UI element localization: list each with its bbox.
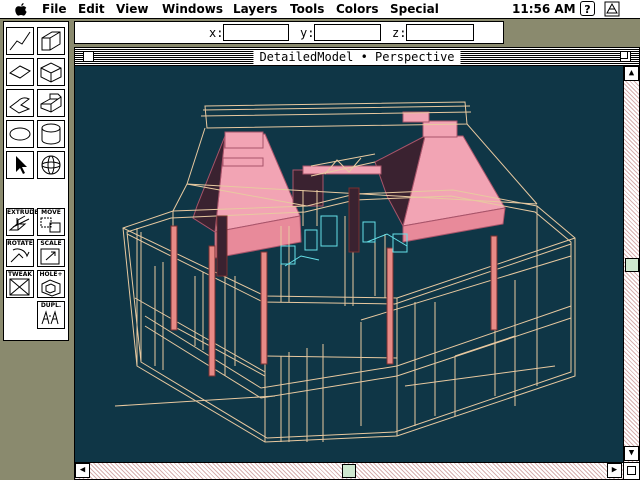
rotate-caption: ROTATE <box>7 240 33 247</box>
menu-tools[interactable]: Tools <box>290 2 324 16</box>
cylinder-tool-icon <box>41 123 61 145</box>
tweak-caption: TWEAK <box>7 271 33 278</box>
roof-left <box>192 133 302 259</box>
polyline-tool-icon <box>9 97 31 114</box>
window-title: DetailedModel • Perspective <box>253 50 461 64</box>
y-coordinate-field[interactable] <box>314 24 381 41</box>
size-box-icon[interactable] <box>623 462 639 479</box>
menu-file[interactable]: File <box>42 2 67 16</box>
tweak-tool-button[interactable]: TWEAK <box>6 270 34 298</box>
wireframe-lines <box>114 101 576 443</box>
move-caption: MOVE <box>41 209 61 216</box>
scale-tool-button[interactable]: SCALE <box>37 239 65 267</box>
menu-bar: File Edit View Windows Layers Tools Colo… <box>0 0 640 19</box>
tool-palette: EXTRUDE MOVE ROTATE SCALE TWEAK HOLE+ DU… <box>3 21 69 341</box>
menu-edit[interactable]: Edit <box>78 2 105 16</box>
vertical-scrollbar[interactable]: ▲ ▼ <box>623 66 639 462</box>
horizontal-scroll-thumb[interactable] <box>342 464 356 478</box>
rotate-tool-button[interactable]: ROTATE <box>6 239 34 267</box>
window-title-bar[interactable]: DetailedModel • Perspective <box>75 48 639 66</box>
x-label: x: <box>209 26 224 40</box>
sphere-tool-button[interactable] <box>37 151 65 179</box>
scroll-right-arrow-icon[interactable]: ▶ <box>607 463 622 478</box>
x-coordinate-field[interactable] <box>223 24 289 41</box>
scroll-down-arrow-icon[interactable]: ▼ <box>624 446 639 461</box>
box-tool-button[interactable] <box>37 58 65 86</box>
line-tool-icon <box>9 31 31 51</box>
wireframe-model <box>114 101 576 443</box>
menu-colors[interactable]: Colors <box>336 2 378 16</box>
ellipse-tool-button[interactable] <box>6 120 34 148</box>
menu-special[interactable]: Special <box>390 2 439 16</box>
help-icon[interactable]: ? <box>580 1 595 16</box>
menu-view[interactable]: View <box>116 2 148 16</box>
scale-caption: SCALE <box>40 240 62 247</box>
apple-menu-icon[interactable] <box>14 2 28 17</box>
application-icon[interactable] <box>604 1 620 17</box>
duplicate-caption: DUPL. <box>40 302 62 309</box>
z-label: z: <box>392 26 407 40</box>
close-box-icon[interactable] <box>83 51 94 62</box>
horizontal-scrollbar[interactable]: ◀ ▶ <box>75 462 623 479</box>
pointer-tool-button[interactable] <box>6 151 34 179</box>
move-tool-icon <box>40 217 61 233</box>
roof-right <box>374 135 506 243</box>
scroll-up-arrow-icon[interactable]: ▲ <box>624 66 639 81</box>
box-tool-icon <box>40 62 62 83</box>
hole-caption: HOLE+ <box>39 271 63 278</box>
duplicate-tool-button[interactable]: DUPL. <box>37 301 65 329</box>
scale-tool-icon <box>40 248 60 265</box>
zoom-box-icon[interactable] <box>620 51 631 62</box>
z-coordinate-field[interactable] <box>406 24 474 41</box>
extruded-shape-tool-icon <box>40 93 62 113</box>
document-window: DetailedModel • Perspective ▲ ▼ ◀ ▶ <box>74 47 640 480</box>
scroll-left-arrow-icon[interactable]: ◀ <box>75 463 90 478</box>
rotate-tool-icon <box>10 248 30 263</box>
arrow-pointer-icon <box>16 156 27 174</box>
line-tool-button[interactable] <box>6 27 34 55</box>
extrude-tool-button[interactable]: EXTRUDE <box>6 208 39 236</box>
y-label: y: <box>300 26 315 40</box>
wall-tool-button[interactable] <box>37 27 65 55</box>
tweak-tool-icon <box>9 278 30 296</box>
wall-tool-icon <box>41 31 61 51</box>
menu-clock: 11:56 AM <box>512 2 576 16</box>
sphere-tool-icon <box>41 155 61 175</box>
extruded-shape-tool-button[interactable] <box>37 89 65 117</box>
cylinder-tool-button[interactable] <box>37 120 65 148</box>
hole-tool-button[interactable]: HOLE+ <box>37 270 65 298</box>
duplicate-tool-icon <box>41 310 59 325</box>
menu-layers[interactable]: Layers <box>233 2 277 16</box>
ellipse-tool-icon <box>9 127 31 141</box>
plane-tool-button[interactable] <box>6 58 34 86</box>
extrude-tool-icon <box>8 215 30 231</box>
move-tool-button[interactable]: MOVE <box>37 208 65 236</box>
vertical-scroll-thumb[interactable] <box>625 258 639 272</box>
plane-tool-icon <box>9 65 31 79</box>
polyline-tool-button[interactable] <box>6 89 34 117</box>
coordinate-bar: x: y: z: <box>74 21 504 44</box>
extrude-caption: EXTRUDE <box>7 209 39 216</box>
hole-tool-icon <box>41 279 61 297</box>
menu-windows[interactable]: Windows <box>162 2 223 16</box>
3d-viewport[interactable] <box>75 66 623 462</box>
